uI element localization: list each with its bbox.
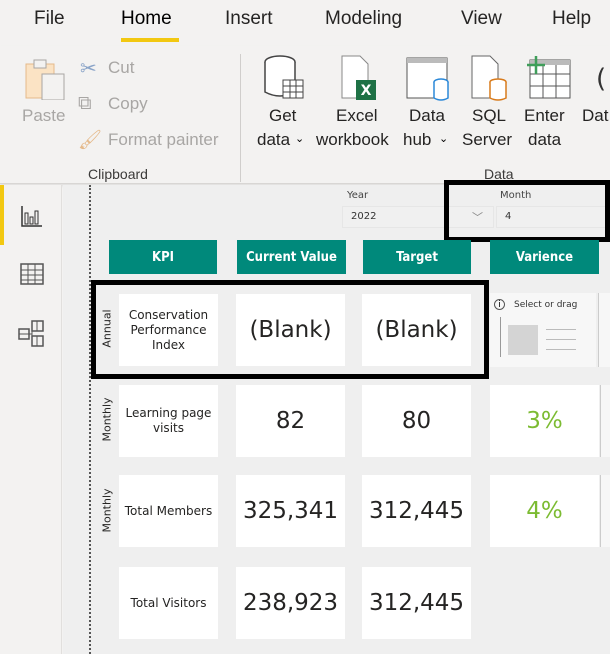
target-card[interactable]: 312,445: [362, 475, 471, 547]
data-hub-label-1: Data: [409, 106, 445, 125]
header-variance: Varience: [490, 240, 599, 274]
scissors-icon: ✂: [80, 56, 97, 80]
get-data-label-2: data: [257, 130, 291, 149]
sql-server-button[interactable]: SQL Server: [462, 54, 518, 154]
table-view-icon[interactable]: [20, 262, 44, 286]
get-data-button[interactable]: Get data ⌄: [253, 54, 313, 154]
excel-label-1: Excel: [336, 106, 378, 125]
ribbon: Paste ✂ Cut ⧉ Copy 🖌 Format painter Clip…: [0, 46, 610, 184]
placeholder-line: [546, 339, 576, 340]
placeholder-image: [508, 325, 538, 355]
year-slicer-value: 2022: [351, 211, 377, 222]
excel-label-2: workbook: [316, 130, 389, 149]
placeholder-line: [546, 349, 576, 350]
kpi-card[interactable]: Total Visitors: [119, 567, 218, 639]
copy-icon: ⧉: [78, 92, 92, 114]
model-view-icon[interactable]: [18, 320, 44, 348]
current-value-card[interactable]: 238,923: [236, 567, 345, 639]
target-card[interactable]: 80: [362, 385, 471, 457]
tab-insert[interactable]: Insert: [225, 8, 273, 30]
partial-visual-placeholder[interactable]: [600, 475, 610, 547]
excel-workbook-button[interactable]: X Excel workbook: [316, 54, 398, 154]
data-hub-icon: [406, 57, 449, 101]
ribbon-separator: [240, 54, 241, 182]
svg-text:X: X: [361, 83, 372, 99]
copy-label: Copy: [108, 94, 148, 113]
cut-button[interactable]: ✂ Cut: [80, 56, 160, 82]
sql-label-2: Server: [462, 130, 513, 149]
menu-bar: File Home Insert Modeling View Help: [0, 0, 610, 46]
brush-icon: 🖌: [78, 129, 103, 151]
paste-button[interactable]: Paste: [18, 54, 68, 134]
format-painter-label: Format painter: [108, 130, 219, 149]
database-icon: [264, 55, 304, 99]
view-sidebar: [0, 185, 62, 654]
sql-server-icon: [471, 55, 507, 101]
chevron-down-icon: ⌄: [439, 132, 449, 145]
data-hub-button[interactable]: Data hub ⌄: [403, 54, 455, 154]
active-tab-indicator: [121, 38, 179, 42]
target-card[interactable]: 312,445: [362, 567, 471, 639]
active-view-indicator: [0, 185, 4, 245]
annual-row-highlight-box: [91, 280, 489, 379]
placeholder-text: Select or drag: [514, 300, 578, 310]
paste-label: Paste: [22, 106, 66, 125]
sql-label-1: SQL: [472, 106, 507, 125]
variance-card[interactable]: 3%: [490, 385, 599, 457]
copy-button[interactable]: ⧉ Copy: [78, 92, 168, 118]
cut-label: Cut: [108, 58, 135, 77]
report-view-icon[interactable]: [20, 204, 44, 228]
variance-card[interactable]: 4%: [490, 475, 599, 547]
enter-data-button[interactable]: Enter data: [524, 54, 574, 154]
kpi-card[interactable]: Learning page visits: [119, 385, 218, 457]
month-highlight-box: [444, 180, 610, 242]
header-target: Target: [363, 240, 471, 274]
enter-data-label-1: Enter: [524, 106, 565, 125]
excel-icon: X: [341, 55, 376, 100]
year-slicer-title: Year: [347, 190, 369, 201]
dataverse-label: Dat: [582, 106, 609, 125]
enter-data-icon: [527, 56, 571, 99]
dataverse-icon: (: [596, 64, 607, 94]
data-hub-label-2: hub: [403, 130, 432, 149]
info-icon: i: [494, 299, 505, 310]
current-value-card[interactable]: 325,341: [236, 475, 345, 547]
partial-visual-placeholder[interactable]: [600, 385, 610, 457]
tab-help[interactable]: Help: [552, 8, 591, 30]
current-value-card[interactable]: 82: [236, 385, 345, 457]
partial-visual-placeholder[interactable]: [598, 293, 610, 367]
header-kpi: KPI: [109, 240, 217, 274]
clipboard-icon: [25, 59, 65, 100]
header-current-value: Current Value: [237, 240, 346, 274]
page-boundary: [89, 185, 91, 654]
tab-modeling[interactable]: Modeling: [325, 8, 402, 30]
get-data-label-1: Get: [269, 106, 297, 125]
tab-view[interactable]: View: [461, 8, 502, 30]
tab-file[interactable]: File: [34, 8, 65, 30]
variance-visual-placeholder[interactable]: i Select or drag: [490, 293, 596, 367]
period-label: Monthly: [100, 488, 114, 533]
dataverse-button[interactable]: ( Dat: [580, 54, 610, 154]
clipboard-group-label: Clipboard: [88, 166, 148, 182]
chevron-down-icon: ⌄: [295, 132, 305, 145]
format-painter-button[interactable]: 🖌 Format painter: [78, 128, 228, 154]
enter-data-label-2: data: [528, 130, 562, 149]
placeholder-line: [546, 329, 576, 330]
period-label: Monthly: [100, 397, 114, 442]
placeholder-line: [500, 317, 501, 357]
kpi-card[interactable]: Total Members: [119, 475, 218, 547]
tab-home[interactable]: Home: [121, 8, 172, 30]
